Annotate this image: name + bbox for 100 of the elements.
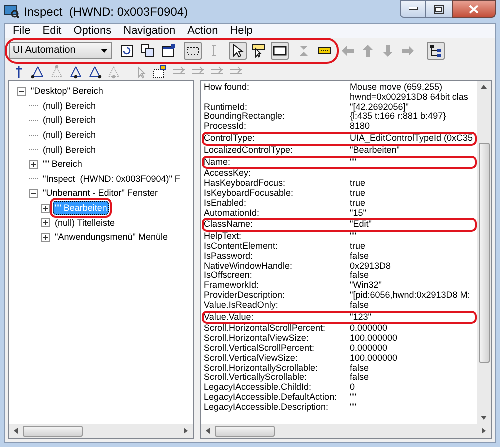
tree-item[interactable]: (null) Bereich (41, 98, 98, 113)
property-row[interactable]: Scroll.HorizontallyScrollable: false (204, 364, 475, 374)
right-arrow-icon (401, 44, 415, 58)
property-name: HelpText: (204, 232, 243, 242)
menu-item[interactable]: Action (188, 22, 218, 40)
property-row[interactable]: AutomationId: "15" (204, 208, 475, 218)
property-value: true (350, 188, 366, 199)
property-name: RuntimeId: (204, 102, 249, 112)
property-row[interactable]: Scroll.HorizontalScrollPercent: 0.000000 (204, 324, 475, 334)
menu-item[interactable]: Help (230, 22, 253, 40)
toolbar-button[interactable] (160, 42, 178, 60)
tree-item[interactable]: "Anwendungsmenü" Menüle (53, 230, 170, 244)
property-row[interactable]: How found: Mouse move (659,255) hwnd=0x002913D8 64bit clas (204, 83, 475, 103)
mode-dropdown[interactable]: UI Automation (9, 42, 112, 59)
tree-item[interactable]: "" Bereich (41, 157, 84, 172)
toolbar-button[interactable] (250, 42, 268, 60)
menu-item[interactable]: Edit (42, 22, 62, 40)
node-tree-icon (107, 64, 121, 78)
node-tree-icon (69, 64, 83, 78)
collapse-toggle[interactable] (17, 86, 26, 96)
property-row[interactable]: Value.IsReadOnly: false (204, 300, 475, 311)
tree-item[interactable]: (null) Bereich (41, 113, 98, 128)
property-value: "123" (350, 312, 372, 322)
menu-item[interactable]: Navigation (124, 22, 176, 40)
expand-toggle[interactable] (41, 218, 50, 228)
minimize-button[interactable] (400, 0, 426, 18)
property-value: hwnd=0x002913D8 64bit clas (350, 92, 468, 103)
close-button[interactable] (452, 0, 496, 18)
expand-toggle[interactable] (41, 232, 50, 242)
property-row[interactable]: Scroll.HorizontalViewSize: 100.000000 (204, 334, 475, 344)
horizontal-scrollbar[interactable] (201, 424, 491, 438)
toolbar-button[interactable] (30, 64, 46, 79)
toolbar-button[interactable] (68, 64, 84, 79)
tree-item[interactable]: (null) Bereich (41, 128, 98, 142)
expand-toggle[interactable] (41, 204, 50, 213)
maximize-button[interactable] (426, 0, 452, 18)
toolbar-button[interactable] (427, 42, 445, 60)
property-row[interactable]: IsOffscreen: false (204, 271, 475, 282)
toolbar-button[interactable] (184, 42, 202, 60)
scroll-thumb[interactable] (23, 426, 83, 436)
property-name: How found: (204, 83, 251, 94)
property-row[interactable]: Name: "" (204, 158, 475, 168)
menu-item[interactable]: Options (74, 22, 112, 40)
property-row[interactable]: LegacyIAccessible.Description: "" (204, 402, 475, 412)
toolbar-button[interactable] (271, 42, 289, 60)
property-row[interactable]: Value.Value: "123" (204, 312, 475, 322)
property-row[interactable]: AccessKey: (204, 169, 475, 180)
property-value: "" (350, 158, 356, 168)
tree-item[interactable]: "Unbenannt - Editor" Fenster (41, 186, 160, 200)
refresh-icon (120, 44, 134, 58)
horizontal-scrollbar[interactable] (9, 424, 193, 438)
property-row[interactable]: ControlType: UIA_EditControlTypeId (0xC35 (204, 134, 475, 144)
property-row[interactable]: IsContentElement: true (204, 242, 475, 252)
property-row[interactable]: ProviderDescription: "[pid:6056,hwnd:0x2913D8 M: (204, 290, 475, 301)
property-value: "[pid:6056,hwnd:0x2913D8 M: (350, 290, 470, 301)
vertical-scrollbar[interactable] (477, 81, 491, 424)
property-name: Scroll.VerticallyScrollable: (204, 373, 308, 384)
property-row[interactable]: RuntimeId: "[42.2692056]" (204, 102, 475, 112)
expand-toggle[interactable] (29, 160, 38, 169)
property-row[interactable]: ClassName: "Edit" (204, 220, 475, 230)
toolbar-button[interactable] (229, 42, 247, 60)
property-row[interactable]: LocalizedControlType: "Bearbeiten" (204, 146, 475, 156)
property-value: 8180 (350, 122, 370, 132)
menu-item[interactable]: File (13, 22, 31, 40)
scroll-thumb[interactable] (215, 426, 275, 436)
property-value: UIA_EditControlTypeId (0xC35 (350, 134, 474, 144)
property-value: "Win32" (350, 281, 382, 291)
property-value: true (350, 198, 366, 209)
property-row[interactable]: HelpText: "" (204, 232, 475, 242)
property-row[interactable]: HasKeyboardFocus: true (204, 179, 475, 189)
property-name: ClassName: (204, 220, 254, 230)
property-row[interactable]: IsEnabled: true (204, 198, 475, 209)
tree-item[interactable]: "Desktop" Bereich (29, 84, 106, 98)
property-row[interactable]: ProcessId: 8180 (204, 122, 475, 132)
scroll-thumb[interactable] (478, 142, 490, 362)
app-icon (4, 4, 20, 18)
property-row[interactable]: LegacyIAccessible.DefaultAction: "" (204, 392, 475, 403)
toolbar-button[interactable] (139, 42, 157, 60)
tree-item[interactable]: (null) Bereich (41, 142, 98, 157)
tree-icon (429, 44, 443, 58)
property-row[interactable]: BoundingRectangle: {l:435 t:166 r:881 b:497} (204, 112, 475, 122)
property-row[interactable]: Scroll.VerticalScrollPercent: 0.000000 (204, 344, 475, 354)
property-name: ProviderDescription: (204, 290, 286, 301)
down-arrow-icon (381, 44, 395, 58)
collapse-toggle[interactable] (29, 188, 38, 198)
tree-item[interactable]: (null) Titelleiste (53, 216, 118, 230)
property-row[interactable]: FrameworkId: "Win32" (204, 281, 475, 291)
property-row[interactable]: IsKeyboardFocusable: true (204, 188, 475, 199)
property-value: false (350, 252, 370, 262)
property-row[interactable]: IsPassword: false (204, 252, 475, 262)
property-row[interactable]: LegacyIAccessible.ChildId: 0 (204, 383, 475, 393)
property-name: ControlType: (204, 134, 256, 144)
toolbar-button[interactable] (87, 64, 103, 79)
property-row[interactable]: Scroll.VerticallyScrollable: false (204, 373, 475, 384)
property-value: false (350, 271, 370, 282)
property-row[interactable]: NativeWindowHandle: 0x2913D8 (204, 262, 475, 272)
property-value: true (350, 242, 366, 252)
property-row[interactable]: Scroll.VerticalViewSize: 100.000000 (204, 354, 475, 364)
property-name: IsEnabled: (204, 198, 247, 209)
tree-item[interactable]: "Inspect (HWND: 0x003F0904)" F (41, 172, 182, 186)
